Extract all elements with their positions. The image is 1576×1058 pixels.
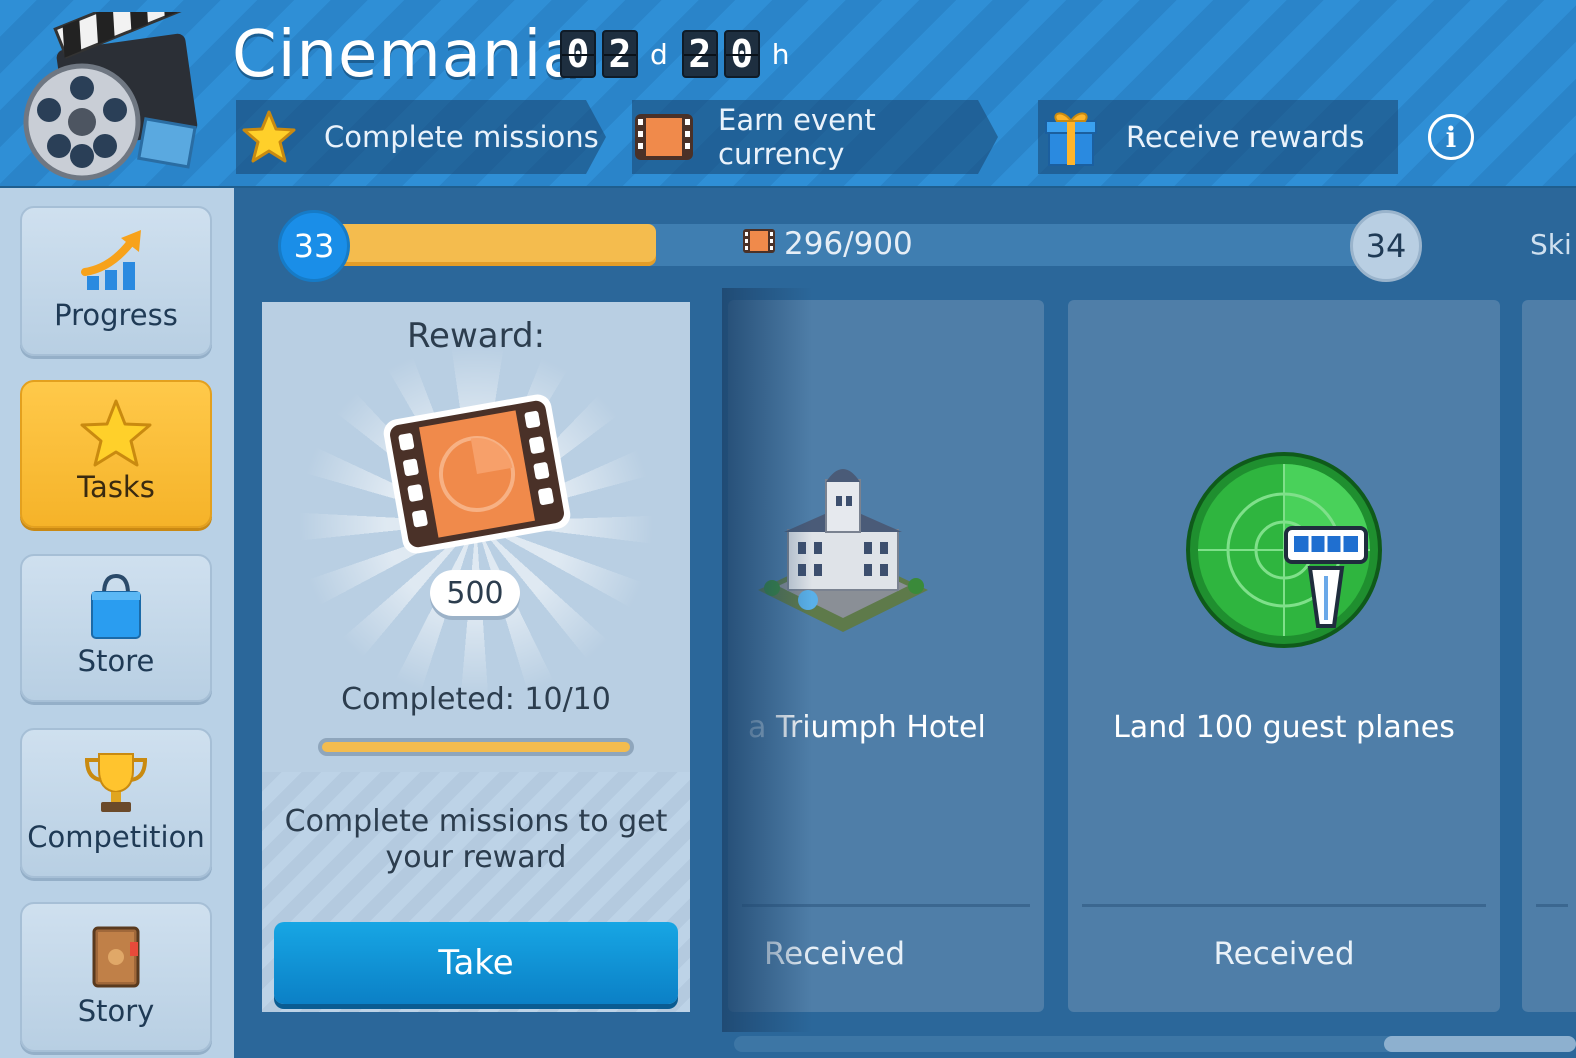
- progress-count: 296/900: [742, 226, 913, 262]
- shopping-bag-icon: [76, 572, 156, 642]
- sidebar-item-label: Story: [77, 994, 155, 1028]
- timer-day-digit: 0: [560, 30, 596, 78]
- sidebar-item-label: Competition: [27, 820, 205, 854]
- sidebar-item-tasks[interactable]: Tasks: [20, 380, 212, 528]
- timer-hour-digit: 2: [681, 30, 718, 78]
- info-icon[interactable]: i: [1428, 114, 1474, 160]
- sidebar-item-competition[interactable]: Competition: [20, 728, 212, 878]
- step-complete-missions: Complete missions: [236, 100, 606, 174]
- sidebar-item-label: Progress: [54, 298, 178, 332]
- progress-count-text: 296/900: [784, 226, 913, 262]
- timer-day-digit: 2: [602, 30, 638, 78]
- completed-progress-fill: [322, 742, 630, 752]
- reward-description: Complete missions to get your reward: [284, 804, 668, 875]
- next-level-badge: 34: [1350, 210, 1422, 282]
- film-currency-icon: [382, 394, 572, 558]
- sidebar-item-progress[interactable]: Progress: [20, 206, 212, 356]
- scrollbar-thumb[interactable]: [1384, 1036, 1576, 1052]
- sidebar-item-story[interactable]: Story: [20, 902, 212, 1052]
- take-button[interactable]: Take: [274, 922, 678, 1004]
- sidebar-item-label: Tasks: [77, 470, 155, 504]
- book-icon: [76, 922, 156, 992]
- sidebar-item-label: Store: [77, 644, 155, 678]
- timer-hour-digit: 0: [723, 30, 760, 78]
- timer-days-unit: d: [650, 37, 668, 71]
- star-icon: [76, 398, 156, 468]
- event-header: Cinemania 0 2 d 2 0 h Complete missions …: [0, 0, 1576, 188]
- completed-text: Completed: 10/10: [341, 682, 611, 717]
- film-currency-icon: [742, 226, 776, 262]
- step-label: Complete missions: [324, 120, 599, 154]
- gift-icon: [1038, 104, 1104, 170]
- mission-card[interactable]: Land 100 guest planes Received: [1068, 300, 1500, 1012]
- horizontal-scrollbar[interactable]: [734, 1036, 1576, 1052]
- radar-tower-icon: [1184, 450, 1384, 654]
- mission-card-partial[interactable]: [1522, 300, 1576, 1012]
- scroll-fade-overlay: [722, 288, 812, 1032]
- sidebar-item-store[interactable]: Store: [20, 554, 212, 702]
- trophy-icon: [76, 748, 156, 818]
- mission-status: Received: [1213, 936, 1355, 972]
- reward-amount: 500: [430, 570, 520, 616]
- step-earn-currency: Earn event currency: [632, 100, 998, 174]
- step-label: Receive rewards: [1126, 120, 1365, 154]
- progress-chart-icon: [76, 226, 156, 296]
- divider: [1082, 904, 1486, 907]
- clapperboard-film-reel-icon: [22, 0, 207, 182]
- main-panel: 33 296/900 34 Ski Reward: 500 Completed:…: [234, 188, 1576, 1058]
- mission-title: Land 100 guest planes: [1113, 710, 1455, 745]
- step-label: Earn event currency: [718, 103, 876, 171]
- event-title: Cinemania: [232, 18, 583, 92]
- skip-button[interactable]: Ski: [1530, 228, 1572, 261]
- divider: [1536, 904, 1568, 907]
- current-level-badge: 33: [278, 210, 350, 282]
- reward-card: Reward: 500 Completed: 10/10 Complete mi…: [262, 302, 690, 1012]
- sidebar: Progress Tasks Store Competition Story: [0, 188, 234, 1058]
- event-timer: 0 2 d 2 0 h: [560, 30, 798, 78]
- completed-progress-bar: [318, 738, 634, 756]
- timer-hours-unit: h: [771, 37, 790, 71]
- step-receive-rewards: Receive rewards: [1038, 100, 1398, 174]
- reward-title: Reward:: [406, 316, 546, 356]
- star-icon: [236, 104, 302, 170]
- film-currency-icon: [632, 104, 696, 170]
